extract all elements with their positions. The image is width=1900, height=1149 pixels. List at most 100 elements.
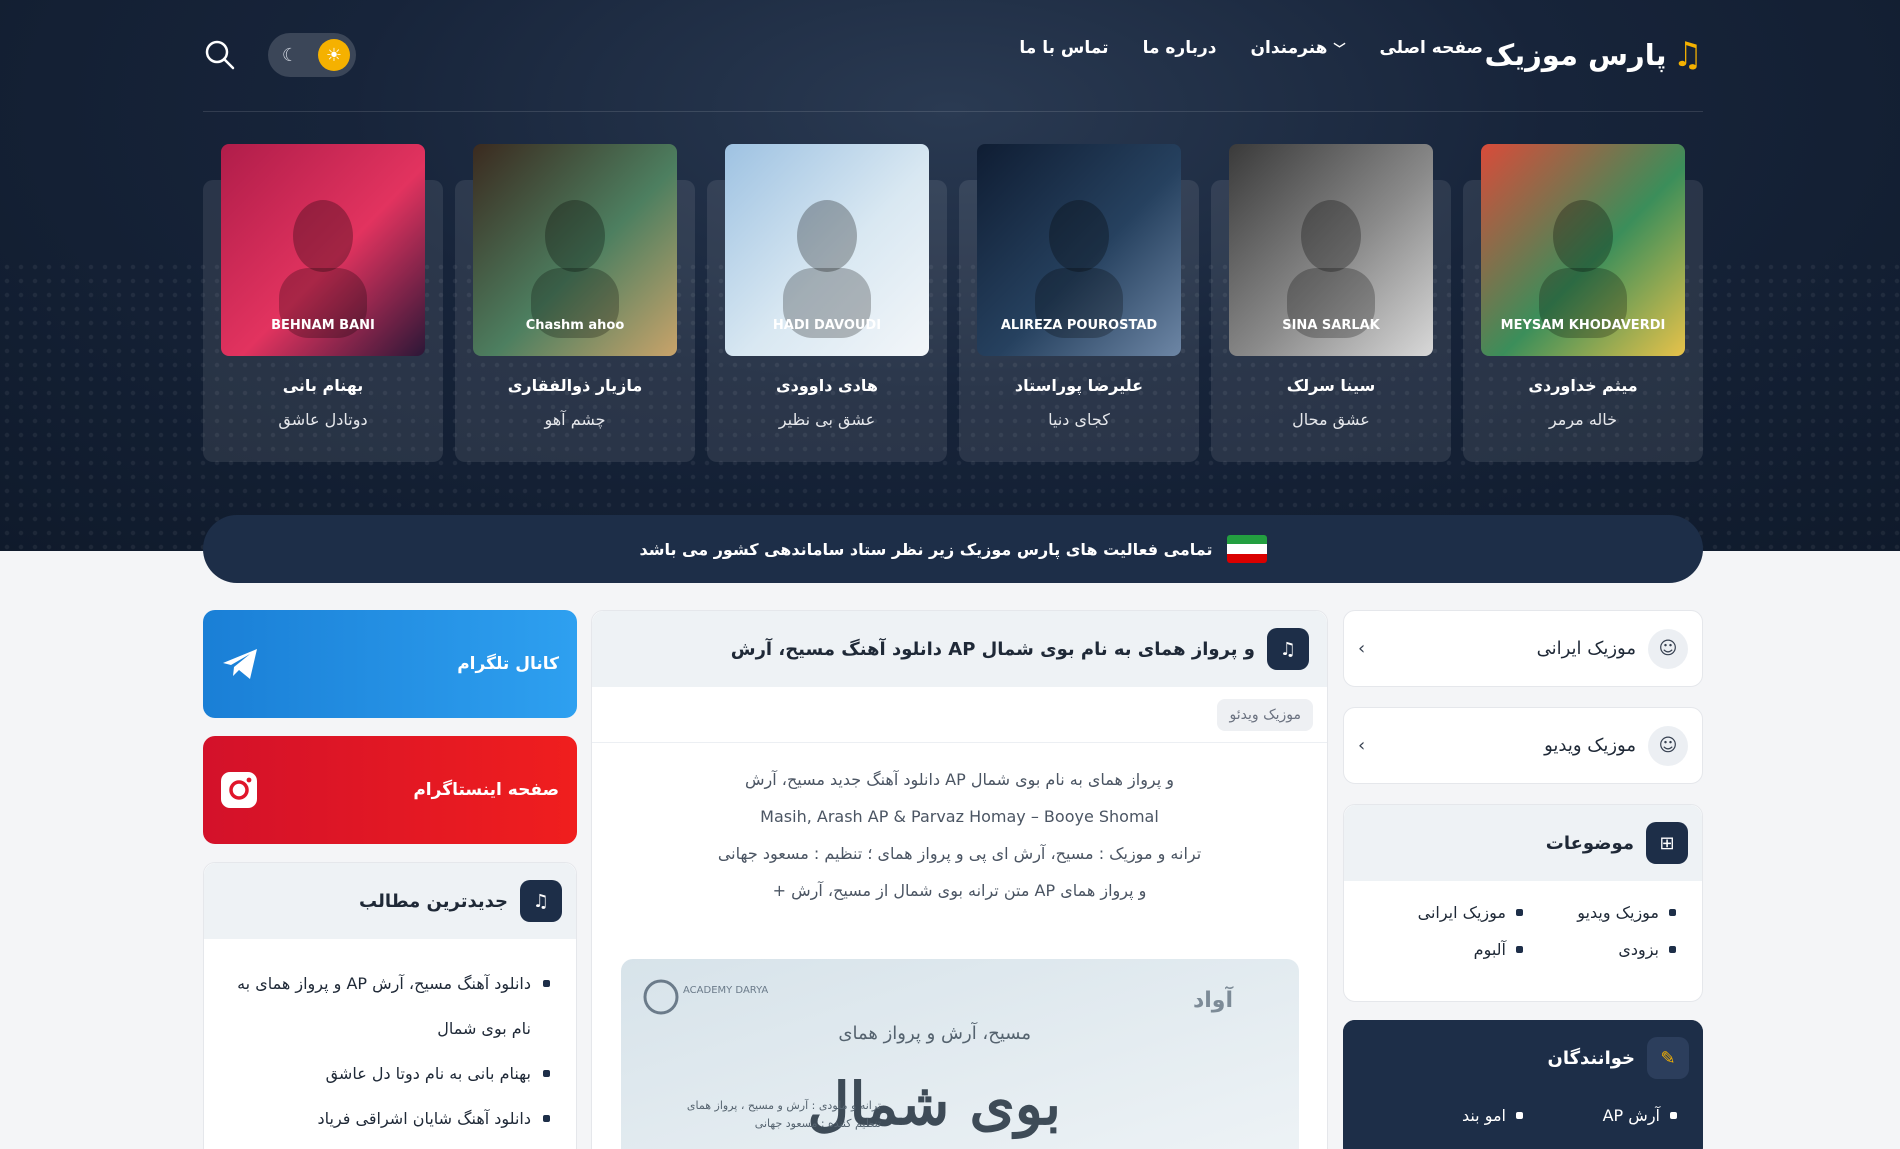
post-title-link[interactable]: دانلود آهنگ مسیح، آرش AP و پرواز همای به… xyxy=(731,639,1255,660)
album-cover-art: Chashm ahoo xyxy=(473,144,677,356)
chevron-left-icon: ‹ xyxy=(1358,638,1366,659)
site-logo[interactable]: پارس موزیک ♫ xyxy=(1485,30,1704,80)
card-song[interactable]: کجای دنیا xyxy=(959,410,1199,429)
cover-credit-2: تنظیم کننده : مسعود جهانی xyxy=(755,1117,881,1130)
featured-card[interactable]: Chashm ahoo مازیار ذوالفقاری چشم آهو xyxy=(455,140,695,462)
search-button[interactable] xyxy=(203,38,237,72)
theme-toggle[interactable]: ☾ ☀ xyxy=(268,33,356,77)
card-artist[interactable]: میثم خداوردی xyxy=(1463,376,1703,395)
topic-item[interactable]: بزودی xyxy=(1523,940,1676,959)
album-cover[interactable]: BEHNAM BANI xyxy=(221,144,425,356)
category-item-music-video[interactable]: ☺ موزیک ویدیو ‹ xyxy=(1343,707,1703,784)
card-artist[interactable]: سینا سرلک xyxy=(1211,376,1451,395)
album-cover-art: SINA SARLAK xyxy=(1229,144,1433,356)
singer-label: امو بند xyxy=(1461,1106,1506,1125)
card-artist[interactable]: علیرضا پوراستاد xyxy=(959,376,1199,395)
logo-text: پارس موزیک xyxy=(1484,38,1667,72)
latest-item[interactable]: دانلود آهنگ مسیح، آرش AP و پرواز همای به… xyxy=(230,961,550,1051)
card-artist[interactable]: هادی داوودی xyxy=(707,376,947,395)
bullet xyxy=(1516,946,1523,953)
album-cover[interactable]: HADI DAVOUDI xyxy=(725,144,929,356)
nav-artists-label: هنرمندان xyxy=(1250,38,1328,58)
cover-brand-left: ACADEMY DARYA xyxy=(683,985,768,996)
post-cover-image[interactable]: ACADEMY DARYA آواد مسیح، آرش و پرواز هما… xyxy=(621,959,1299,1149)
featured-card[interactable]: ALIREZA POUROSTAD علیرضا پوراستاد کجای د… xyxy=(959,140,1199,462)
cover-text: MEYSAM KHODAVERDI xyxy=(1501,318,1666,333)
album-cover[interactable]: MEYSAM KHODAVERDI xyxy=(1481,144,1685,356)
nav-contact[interactable]: تماس با ما xyxy=(1019,38,1108,58)
post-header: ♫ دانلود آهنگ مسیح، آرش AP و پرواز همای … xyxy=(592,611,1327,687)
telegram-label: کانال تلگرام xyxy=(457,654,559,674)
card-song[interactable]: چشم آهو xyxy=(455,410,695,429)
sun-icon[interactable]: ☀ xyxy=(318,39,350,71)
featured-card[interactable]: BEHNAM BANI بهنام بانی دوتادل عاشق xyxy=(203,140,443,462)
singer-item[interactable]: امو بند xyxy=(1369,1106,1523,1125)
instagram-page-button[interactable]: صفحه اینستاگرام xyxy=(203,736,577,844)
moon-icon[interactable]: ☾ xyxy=(274,39,306,71)
topic-label: بزودی xyxy=(1618,940,1659,959)
hero-background: پارس موزیک ♫ صفحه اصلی هنرمندان ﹀ درباره… xyxy=(0,0,1900,551)
post-tag[interactable]: موزیک ویدئو xyxy=(1217,698,1313,731)
bullet xyxy=(1516,909,1523,916)
latest-header: ♫ جدیدترین مطالب xyxy=(204,863,576,939)
bullet xyxy=(543,1115,550,1122)
topic-item[interactable]: آلبوم xyxy=(1370,940,1523,959)
latest-title: جدیدترین مطالب xyxy=(359,890,508,912)
card-artist[interactable]: بهنام بانی xyxy=(203,376,443,395)
instagram-label: صفحه اینستاگرام xyxy=(413,780,559,800)
topic-item[interactable]: موزیک ایرانی xyxy=(1370,903,1523,922)
nav-contact-label: تماس با ما xyxy=(1019,38,1109,58)
cover-text: Chashm ahoo xyxy=(526,318,625,333)
card-artist[interactable]: مازیار ذوالفقاری xyxy=(455,376,695,395)
latest-item[interactable]: دانلود آهنگ شایان اشراقی فریاد xyxy=(230,1096,550,1141)
album-cover-art: BEHNAM BANI xyxy=(221,144,425,356)
post-cover-art: ACADEMY DARYA آواد مسیح، آرش و پرواز هما… xyxy=(621,959,1299,1149)
featured-card[interactable]: HADI DAVOUDI هادی داوودی عشق بی نظیر xyxy=(707,140,947,462)
post-line: ترانه و موزیک : مسیح، آرش ای پی و پرواز … xyxy=(717,844,1202,863)
singers-box: ✎ خوانندگان آرش AP امو بند xyxy=(1343,1020,1703,1149)
latest-label: دانلود آهنگ مسیح، آرش AP و پرواز همای به… xyxy=(237,974,531,1038)
category-item-iranian-music[interactable]: ☺ موزیک ایرانی ‹ xyxy=(1343,610,1703,687)
album-cover-art: HADI DAVOUDI xyxy=(725,144,929,356)
post-card: ♫ دانلود آهنگ مسیح، آرش AP و پرواز همای … xyxy=(591,610,1328,1149)
cover-brand-right: آواد xyxy=(1193,985,1234,1013)
notice-bar: تمامی فعالیت های پارس موزیک زیر نظر ستاد… xyxy=(203,515,1703,583)
card-song[interactable]: عشق محال xyxy=(1211,410,1451,429)
nav-home[interactable]: صفحه اصلی xyxy=(1379,38,1483,58)
bullet xyxy=(543,980,550,987)
singers-header: ✎ خوانندگان xyxy=(1343,1020,1703,1096)
category-label: موزیک ویدیو xyxy=(1544,735,1636,756)
music-note-icon: ♫ xyxy=(1267,628,1309,670)
telegram-channel-button[interactable]: کانال تلگرام xyxy=(203,610,577,718)
featured-card[interactable]: MEYSAM KHODAVERDI میثم خداوردی خاله مرمر xyxy=(1463,140,1703,462)
card-song[interactable]: خاله مرمر xyxy=(1463,410,1703,429)
post-line: Masih, Arash AP & Parvaz Homay – Booye S… xyxy=(760,807,1159,826)
latest-label: بهنام بانی به نام دوتا دل عاشق xyxy=(325,1064,531,1083)
singer-item[interactable]: آرش AP xyxy=(1523,1106,1677,1125)
cover-text: ALIREZA POUROSTAD xyxy=(1001,318,1158,333)
topics-list: موزیک ویدیو موزیک ایرانی بزودی آلبوم xyxy=(1344,881,1702,981)
topic-item[interactable]: موزیک ویدیو xyxy=(1523,903,1676,922)
album-cover[interactable]: Chashm ahoo xyxy=(473,144,677,356)
nav-artists[interactable]: هنرمندان ﹀ xyxy=(1251,38,1346,58)
album-cover[interactable]: ALIREZA POUROSTAD xyxy=(977,144,1181,356)
featured-card[interactable]: SINA SARLAK سینا سرلک عشق محال xyxy=(1211,140,1451,462)
singers-title: خوانندگان xyxy=(1547,1047,1635,1069)
album-cover[interactable]: SINA SARLAK xyxy=(1229,144,1433,356)
latest-item[interactable]: بهنام بانی به نام دوتا دل عاشق xyxy=(230,1051,550,1096)
music-note-icon: ♫ xyxy=(520,880,562,922)
grid-plus-icon: ⊞ xyxy=(1646,822,1688,864)
card-song[interactable]: عشق بی نظیر xyxy=(707,410,947,429)
post-tags: موزیک ویدئو xyxy=(592,687,1327,743)
cover-text: HADI DAVOUDI xyxy=(773,318,881,333)
post-line: دانلود آهنگ جدید مسیح، آرش AP و پرواز هم… xyxy=(744,770,1175,789)
post-excerpt: دانلود آهنگ جدید مسیح، آرش AP و پرواز هم… xyxy=(592,743,1327,909)
topic-label: موزیک ایرانی xyxy=(1417,903,1506,922)
card-song[interactable]: دوتادل عاشق xyxy=(203,410,443,429)
bullet xyxy=(543,1070,550,1077)
search-icon xyxy=(205,40,235,70)
category-label: موزیک ایرانی xyxy=(1536,638,1636,659)
nav-about[interactable]: درباره ما xyxy=(1143,38,1217,58)
post-line: + متن ترانه بوی شمال از مسیح، آرش AP و پ… xyxy=(772,881,1147,900)
latest-posts-box: ♫ جدیدترین مطالب دانلود آهنگ مسیح، آرش A… xyxy=(203,862,577,1149)
